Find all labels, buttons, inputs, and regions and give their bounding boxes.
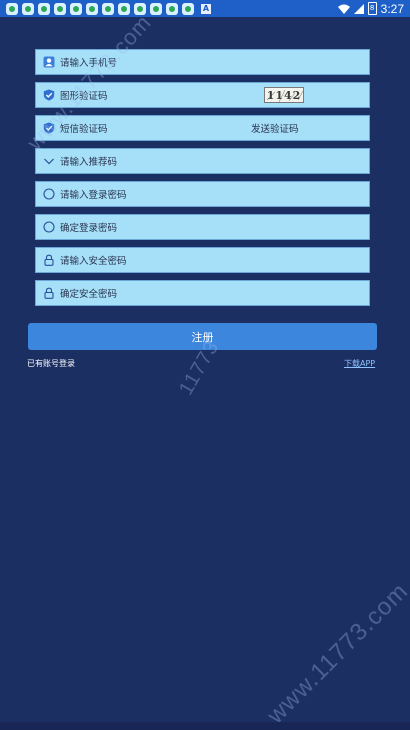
- login-password-placeholder: 请输入登录密码: [60, 190, 127, 201]
- status-bar: A 8 3:27: [0, 0, 410, 17]
- battery-icon: 8: [367, 2, 377, 15]
- login-link[interactable]: 已有账号登录: [27, 358, 75, 369]
- clock: 3:27: [380, 1, 404, 16]
- app-notification-icon: [102, 2, 114, 15]
- signal-icon: [353, 3, 364, 14]
- app-notification-icon: [54, 2, 66, 15]
- register-button[interactable]: 注册: [28, 323, 377, 350]
- download-app-link[interactable]: 下载APP: [344, 358, 375, 369]
- app-notification-icon: [150, 2, 162, 15]
- app-notification-icon: [118, 2, 130, 15]
- circle-icon: [43, 188, 55, 200]
- confirm-login-password-placeholder: 确定登录密码: [60, 223, 118, 234]
- captcha-label: 图形验证码: [60, 91, 108, 102]
- sms-code-label: 短信验证码: [60, 124, 108, 135]
- app-notification-icon: [70, 2, 82, 15]
- app-notification-icon: [134, 2, 146, 15]
- wifi-icon: [337, 4, 350, 14]
- captcha-text: 1142: [266, 88, 302, 102]
- watermark: www.11773.com: [262, 577, 410, 730]
- referral-code-placeholder: 请输入推荐码: [60, 157, 118, 168]
- send-code-button[interactable]: 发送验证码: [251, 121, 299, 135]
- app-notification-icon: [166, 2, 178, 15]
- notification-icons: A: [0, 2, 211, 15]
- navigation-bar: [0, 722, 410, 730]
- app-notification-icon: [22, 2, 34, 15]
- captcha-field[interactable]: 图形验证码 1142: [35, 82, 370, 108]
- system-status: 8 3:27: [337, 0, 404, 17]
- phone-field[interactable]: 请输入手机号: [35, 49, 370, 75]
- confirm-security-password-placeholder: 确定安全密码: [60, 289, 118, 300]
- notification-badge-icon: A: [201, 3, 211, 14]
- app-notification-icon: [182, 2, 194, 15]
- user-icon: [43, 56, 55, 68]
- captcha-image[interactable]: 1142: [264, 87, 304, 103]
- security-password-placeholder: 请输入安全密码: [60, 256, 127, 267]
- sms-code-field[interactable]: 短信验证码 发送验证码: [35, 115, 370, 141]
- app-notification-icon: [86, 2, 98, 15]
- circle-icon: [43, 221, 55, 233]
- phone-placeholder: 请输入手机号: [60, 58, 118, 69]
- chevron-down-icon: [43, 155, 55, 167]
- security-password-field[interactable]: 请输入安全密码: [35, 247, 370, 273]
- confirm-login-password-field[interactable]: 确定登录密码: [35, 214, 370, 240]
- login-password-field[interactable]: 请输入登录密码: [35, 181, 370, 207]
- lock-icon: [43, 287, 55, 299]
- app-notification-icon: [6, 2, 18, 15]
- confirm-security-password-field[interactable]: 确定安全密码: [35, 280, 370, 306]
- lock-icon: [43, 254, 55, 266]
- referral-code-field[interactable]: 请输入推荐码: [35, 148, 370, 174]
- app-notification-icon: [38, 2, 50, 15]
- shield-check-icon: [43, 122, 55, 134]
- shield-check-icon: [43, 89, 55, 101]
